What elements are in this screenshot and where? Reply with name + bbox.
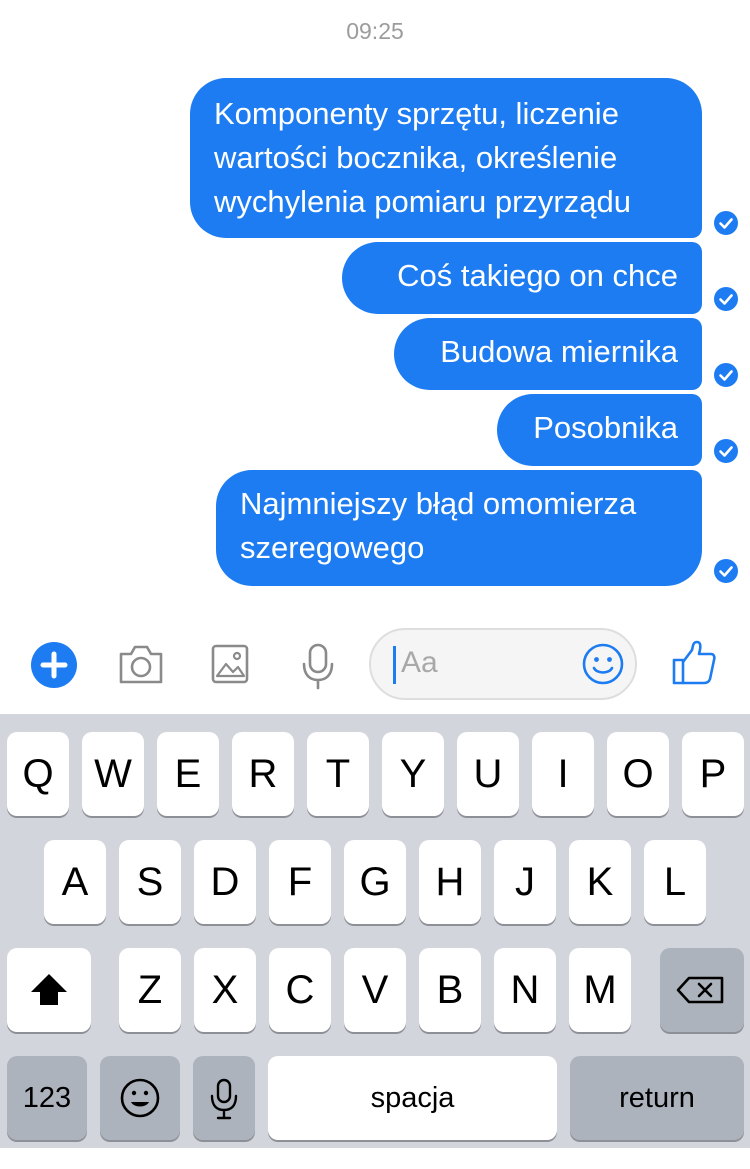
- key-b[interactable]: B: [419, 948, 481, 1032]
- backspace-icon: [676, 976, 724, 1004]
- message-line: wartości bocznika, określenie: [214, 140, 618, 175]
- key-x[interactable]: X: [194, 948, 256, 1032]
- key-n[interactable]: N: [494, 948, 556, 1032]
- message-line: Coś takiego on chce: [397, 258, 678, 293]
- delivered-check-icon: [714, 211, 738, 235]
- key-q[interactable]: Q: [7, 732, 69, 816]
- delivered-check-icon: [714, 287, 738, 311]
- thumbs-up-icon[interactable]: [668, 638, 718, 693]
- message-bubble[interactable]: Posobnika: [497, 394, 702, 466]
- key-o[interactable]: O: [607, 732, 669, 816]
- text-caret: [393, 646, 396, 684]
- emoji-keyboard-key[interactable]: [100, 1056, 180, 1140]
- delivered-check-icon: [714, 559, 738, 583]
- message-line: wychylenia pomiaru przyrządu: [214, 184, 631, 219]
- key-y[interactable]: Y: [382, 732, 444, 816]
- key-t[interactable]: T: [307, 732, 369, 816]
- space-key[interactable]: spacja: [268, 1056, 557, 1140]
- input-placeholder: Aa: [401, 646, 438, 679]
- return-key[interactable]: return: [570, 1056, 744, 1140]
- key-j[interactable]: J: [494, 840, 556, 924]
- key-k[interactable]: K: [569, 840, 631, 924]
- key-i[interactable]: I: [532, 732, 594, 816]
- message-line: Budowa miernika: [440, 334, 678, 369]
- message-line: Komponenty sprzętu, liczenie: [214, 96, 619, 131]
- delivered-check-icon: [714, 363, 738, 387]
- key-r[interactable]: R: [232, 732, 294, 816]
- emoji-keyboard-icon: [120, 1078, 160, 1118]
- dictation-key[interactable]: [193, 1056, 255, 1140]
- shift-arrow-icon: [31, 974, 67, 1005]
- key-a[interactable]: A: [44, 840, 106, 924]
- microphone-icon[interactable]: [300, 642, 336, 695]
- key-z[interactable]: Z: [119, 948, 181, 1032]
- key-l[interactable]: L: [644, 840, 706, 924]
- emoji-icon[interactable]: [581, 642, 625, 691]
- key-g[interactable]: G: [344, 840, 406, 924]
- message-bubble[interactable]: Komponenty sprzętu, liczenie wartości bo…: [190, 78, 702, 238]
- delivered-check-icon: [714, 439, 738, 463]
- numbers-key[interactable]: 123: [7, 1056, 87, 1140]
- key-f[interactable]: F: [269, 840, 331, 924]
- image-icon[interactable]: [210, 642, 250, 691]
- key-u[interactable]: U: [457, 732, 519, 816]
- message-line: szeregowego: [240, 530, 425, 565]
- message-bubble[interactable]: Coś takiego on chce: [342, 242, 702, 314]
- keyboard: Q W E R T Y U I O P A S D F G H J K L Z …: [0, 714, 750, 1148]
- key-c[interactable]: C: [269, 948, 331, 1032]
- key-w[interactable]: W: [82, 732, 144, 816]
- message-line: Posobnika: [533, 410, 678, 445]
- camera-icon[interactable]: [117, 642, 165, 691]
- backspace-key[interactable]: [660, 948, 744, 1032]
- plus-icon[interactable]: [31, 642, 77, 688]
- message-input[interactable]: Aa: [369, 628, 637, 700]
- message-bubble[interactable]: Budowa miernika: [394, 318, 702, 390]
- key-e[interactable]: E: [157, 732, 219, 816]
- message-bubble[interactable]: Najmniejszy błąd omomierza szeregowego: [216, 470, 702, 586]
- key-p[interactable]: P: [682, 732, 744, 816]
- dictation-mic-icon: [210, 1078, 238, 1120]
- shift-key[interactable]: [7, 948, 91, 1032]
- timestamp: 09:25: [346, 18, 404, 44]
- key-s[interactable]: S: [119, 840, 181, 924]
- composer-bar: Aa: [0, 622, 750, 714]
- message-line: Najmniejszy błąd omomierza: [240, 486, 637, 521]
- key-m[interactable]: M: [569, 948, 631, 1032]
- key-v[interactable]: V: [344, 948, 406, 1032]
- key-d[interactable]: D: [194, 840, 256, 924]
- key-h[interactable]: H: [419, 840, 481, 924]
